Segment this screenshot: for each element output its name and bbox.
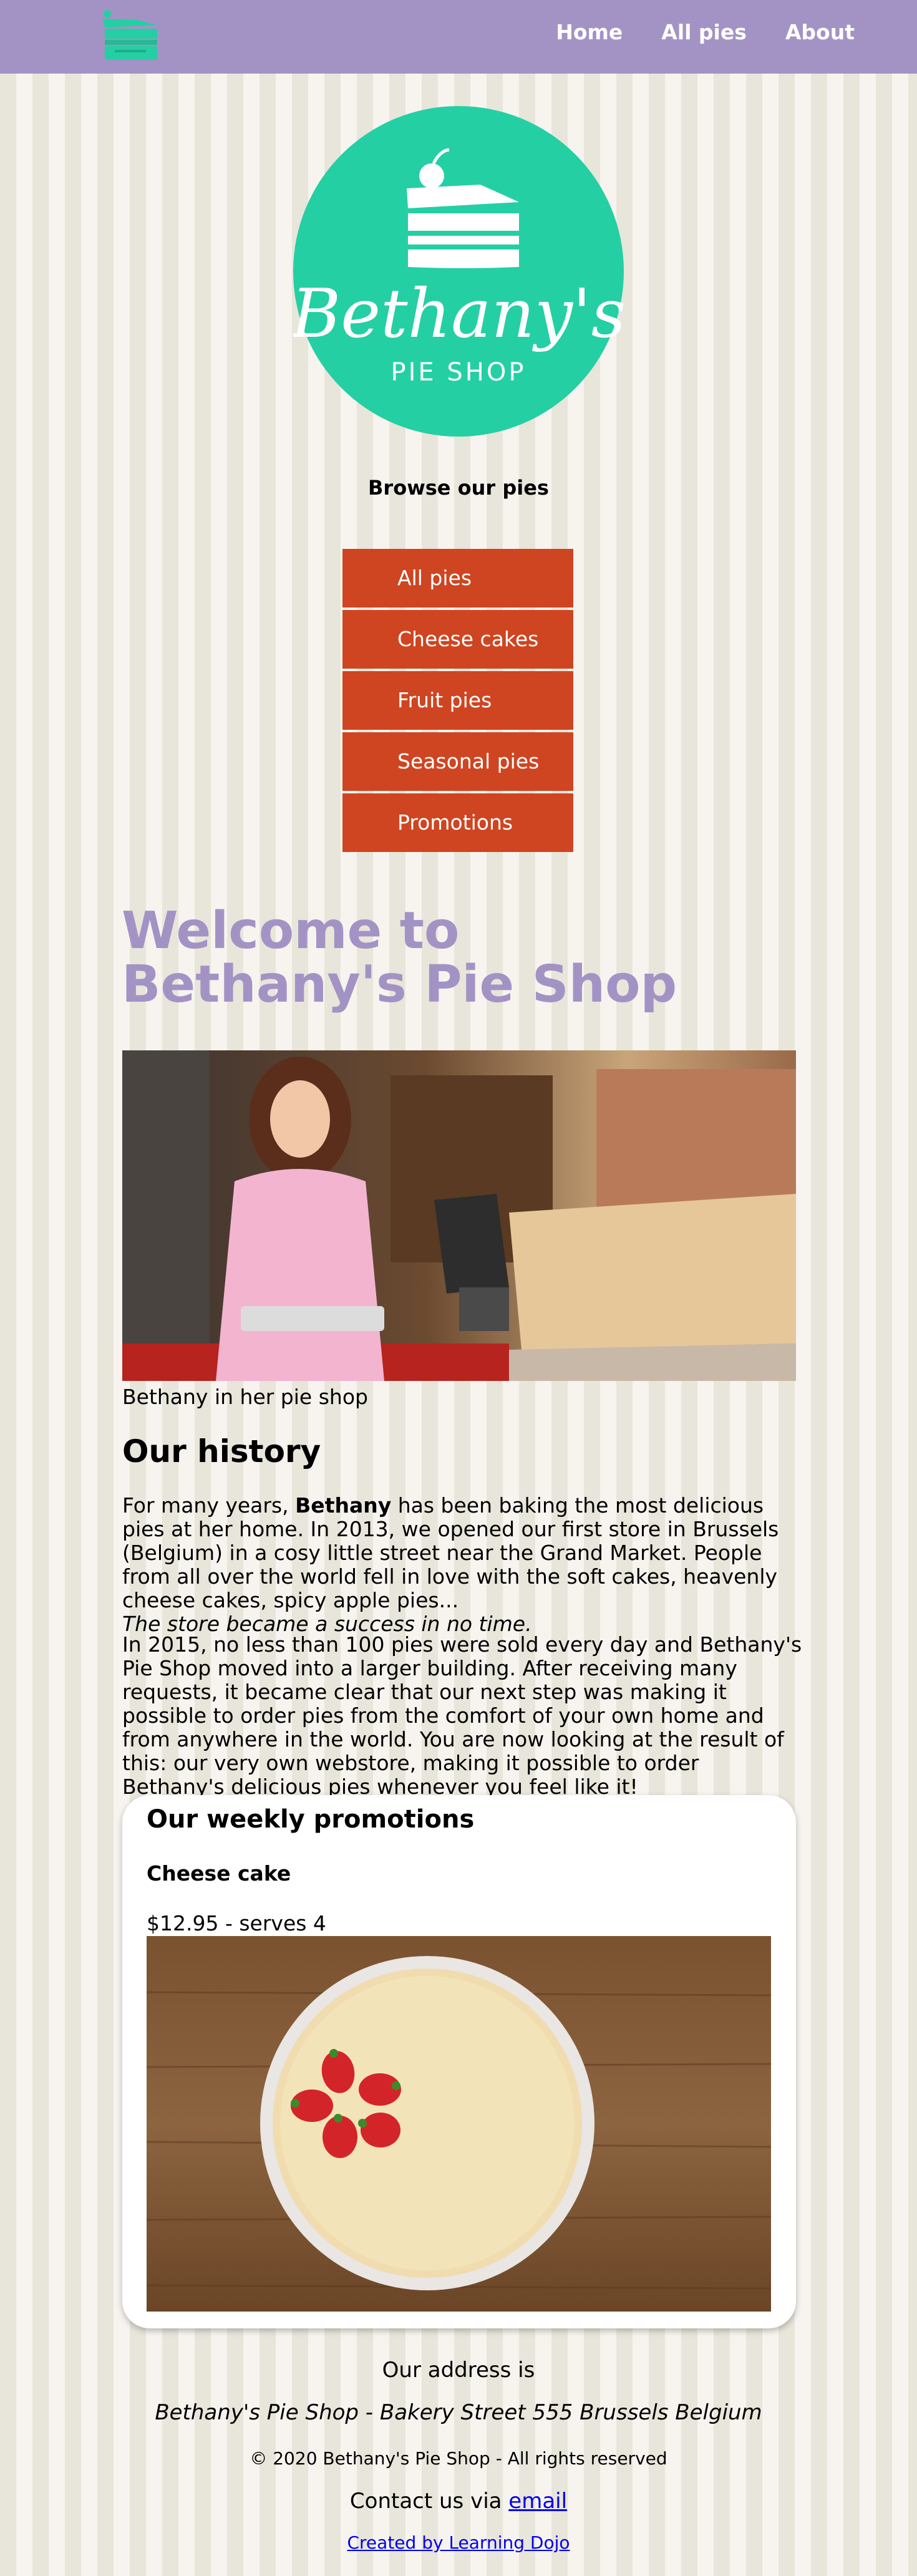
contact-prefix: Contact us via [349,2489,509,2514]
category-fruit-pies[interactable]: Fruit pies [342,671,573,730]
credit-link[interactable]: Created by Learning Dojo [347,2532,570,2553]
history-heading: Our history [122,1433,321,1470]
shop-owner-photo [122,1050,796,1381]
category-menu: All pies Cheese cakes Fruit pies Seasona… [342,549,573,855]
nav-link-about[interactable]: About [785,17,855,47]
history-p1-bold: Bethany [295,1493,392,1518]
nav-link-home[interactable]: Home [556,17,623,47]
category-all-pies[interactable]: All pies [342,549,573,608]
brand-sub-text: PIE SHOP [391,358,526,387]
category-promotions[interactable]: Promotions [342,793,573,852]
history-paragraph-1: For many years, Bethany has been baking … [122,1494,802,1636]
nav-links: Home All pies About [556,17,855,47]
photo-caption: Bethany in her pie shop [122,1385,368,1409]
weekly-promotions-card: Our weekly promotions Cheese cake $12.95… [122,1795,796,2328]
browse-title: Browse our pies [368,476,549,500]
history-paragraph-2: In 2015, no less than 100 pies were sold… [122,1632,802,1799]
history-p1-start: For many years, [122,1493,296,1518]
category-seasonal-pies[interactable]: Seasonal pies [342,732,573,791]
email-link[interactable]: email [508,2489,567,2514]
promo-item-price: $12.95 - serves 4 [147,1911,326,1935]
welcome-title: Welcome to Bethany's Pie Shop [122,901,677,1014]
address-text: Bethany's Pie Shop - Bakery Street 555 B… [155,2400,762,2425]
navbar: Home All pies About [0,0,917,74]
hero-logo: Bethany's PIE SHOP [290,106,626,437]
promo-item-name[interactable]: Cheese cake [147,1861,291,1886]
copyright-text: © 2020 Bethany's Pie Shop - All rights r… [250,2448,667,2469]
nav-logo-icon[interactable] [94,6,162,62]
credit-line: Created by Learning Dojo [0,2532,917,2553]
brand-name-text: Bethany's [293,275,624,353]
nav-link-all-pies[interactable]: All pies [661,17,747,47]
category-cheese-cakes[interactable]: Cheese cakes [342,610,573,669]
cheese-cake-photo[interactable] [147,1936,771,2312]
contact-line: Contact us via email [0,2489,917,2514]
address-label: Our address is [382,2358,535,2383]
promotions-heading: Our weekly promotions [147,1805,475,1834]
